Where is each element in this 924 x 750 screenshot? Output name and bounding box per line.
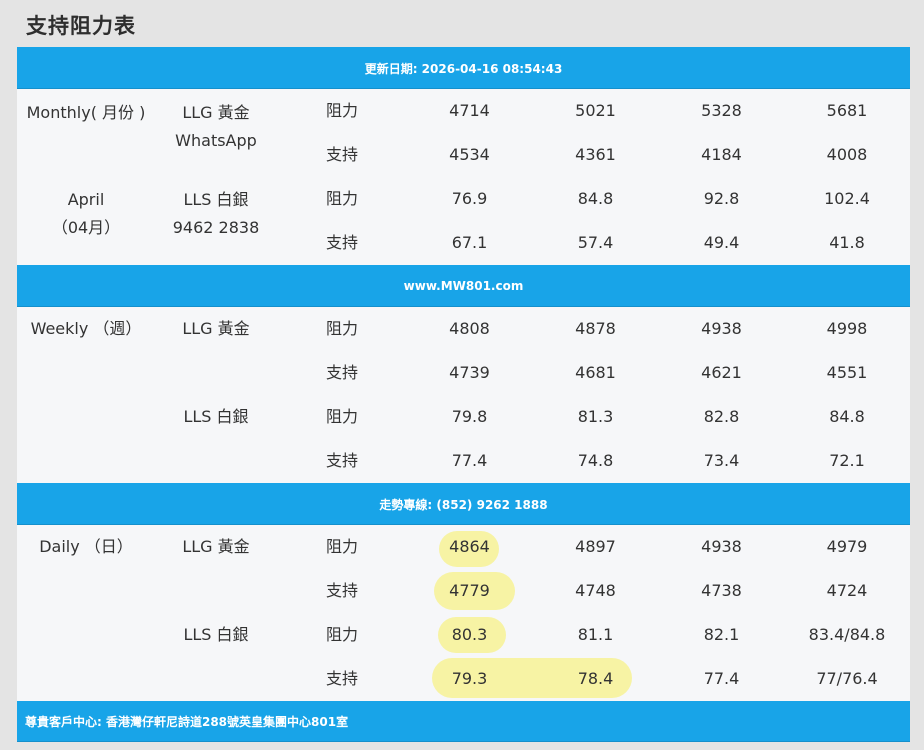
weekly-row-2-value-0: 79.8 xyxy=(451,407,488,426)
weekly-row-1-type: 支持 xyxy=(325,363,358,382)
daily-row-0-value-3: 4979 xyxy=(826,537,868,556)
whatsapp-label: WhatsApp xyxy=(175,131,257,150)
monthly-month-number: （04月） xyxy=(51,218,121,237)
monthly-period-label: Monthly( 月份 ) xyxy=(26,103,146,122)
monthly-row-0-value-2: 5328 xyxy=(701,101,742,120)
monthly-row-3-value-3: 41.8 xyxy=(829,233,865,252)
monthly-row-0-value-3: 5681 xyxy=(826,101,868,120)
daily-silver-label: LLS 白銀 xyxy=(183,625,249,644)
monthly-row-1-value-1: 4361 xyxy=(575,145,616,164)
weekly-row-3-value-1: 74.8 xyxy=(577,451,614,470)
monthly-row-1-value-2: 4184 xyxy=(701,145,742,164)
daily-row-2-value-2: 82.1 xyxy=(703,625,740,644)
monthly-row-2-value-1: 84.8 xyxy=(577,189,614,208)
weekly-section: Weekly （週） LLG 黃金 LLS 白銀 阻力 4808 4878 4938 4… xyxy=(17,307,910,483)
monthly-row-3-value-0: 67.1 xyxy=(451,233,488,252)
support-resistance-table: 更新日期: 2026-04-16 08:54:43 Monthly( 月份 ) … xyxy=(17,47,910,742)
daily-row-3-value-2: 77.4 xyxy=(703,669,740,688)
daily-row-1-value-0: 4779 xyxy=(449,581,490,600)
weekly-row-0-type: 阻力 xyxy=(325,319,358,338)
daily-row-1-value-3: 4724 xyxy=(826,581,868,600)
weekly-row-2-type: 阻力 xyxy=(325,407,358,426)
weekly-row-2-value-1: 81.3 xyxy=(577,407,614,426)
weekly-gold-label: LLG 黃金 xyxy=(182,319,250,338)
daily-gold-label: LLG 黃金 xyxy=(182,537,250,556)
daily-row-0-type: 阻力 xyxy=(325,537,358,556)
whatsapp-number: 9462 2838 xyxy=(172,218,260,237)
daily-row-1-value-2: 4738 xyxy=(701,581,742,600)
weekly-row-0-value-2: 4938 xyxy=(701,319,742,338)
weekly-silver-label: LLS 白銀 xyxy=(183,407,249,426)
weekly-row-0-value-1: 4878 xyxy=(575,319,616,338)
weekly-period-label: Weekly （週） xyxy=(30,319,142,338)
monthly-month-label: April xyxy=(67,190,105,209)
monthly-row-0-value-0: 4714 xyxy=(449,101,490,120)
daily-row-0-value-0: 4864 xyxy=(449,537,490,556)
weekly-row-3-type: 支持 xyxy=(325,451,358,470)
weekly-row-1-value-3: 4551 xyxy=(826,363,868,382)
monthly-row-1-value-0: 4534 xyxy=(449,145,490,164)
monthly-silver-label: LLS 白銀 xyxy=(183,190,249,209)
monthly-row-1-type: 支持 xyxy=(325,145,358,164)
weekly-row-2-value-3: 84.8 xyxy=(829,407,865,426)
hotline-banner: 走勢專線: (852) 9262 1888 xyxy=(17,483,910,525)
daily-row-0-value-1: 4897 xyxy=(575,537,616,556)
daily-row-2-value-3: 83.4/84.8 xyxy=(808,625,886,644)
monthly-row-3-value-1: 57.4 xyxy=(577,233,614,252)
monthly-section: Monthly( 月份 ) April （04月） LLG 黃金 WhatsAp… xyxy=(17,89,910,265)
weekly-row-3-value-0: 77.4 xyxy=(451,451,488,470)
weekly-row-1-value-0: 4739 xyxy=(449,363,490,382)
monthly-gold-label: LLG 黃金 xyxy=(182,103,250,122)
daily-row-2-value-0: 80.3 xyxy=(451,625,488,644)
weekly-row-2-value-2: 82.8 xyxy=(703,407,740,426)
monthly-row-1-value-3: 4008 xyxy=(826,145,868,164)
daily-section: Daily （日） LLG 黃金 LLS 白銀 阻力 4864 4897 4938 49… xyxy=(17,525,910,701)
daily-row-3-value-3: 77/76.4 xyxy=(816,669,878,688)
daily-row-3-value-0: 79.3 xyxy=(451,669,488,688)
daily-row-2-value-1: 81.1 xyxy=(577,625,614,644)
weekly-row-1-value-2: 4621 xyxy=(701,363,742,382)
address-banner: 尊貴客戶中心: 香港灣仔軒尼詩道288號英皇集團中心801室 xyxy=(17,701,910,742)
daily-row-3-type: 支持 xyxy=(325,669,358,688)
monthly-row-3-value-2: 49.4 xyxy=(703,233,740,252)
update-date-banner: 更新日期: 2026-04-16 08:54:43 xyxy=(17,47,910,89)
website-banner: www.MW801.com xyxy=(17,265,910,307)
monthly-row-0-type: 阻力 xyxy=(325,101,358,120)
monthly-row-3-type: 支持 xyxy=(325,233,358,252)
daily-row-1-type: 支持 xyxy=(325,581,358,600)
monthly-row-2-value-0: 76.9 xyxy=(451,189,488,208)
monthly-row-0-value-1: 5021 xyxy=(575,101,616,120)
monthly-row-2-value-2: 92.8 xyxy=(703,189,740,208)
weekly-row-3-value-3: 72.1 xyxy=(829,451,865,470)
weekly-row-3-value-2: 73.4 xyxy=(703,451,740,470)
daily-row-0-value-2: 4938 xyxy=(701,537,742,556)
monthly-row-2-type: 阻力 xyxy=(325,189,358,208)
weekly-row-0-value-0: 4808 xyxy=(449,319,490,338)
daily-period-label: Daily （日） xyxy=(39,537,133,556)
monthly-row-2-value-3: 102.4 xyxy=(824,189,870,208)
daily-row-2-type: 阻力 xyxy=(325,625,358,644)
daily-row-3-value-1: 78.4 xyxy=(577,669,614,688)
weekly-row-0-value-3: 4998 xyxy=(826,319,868,338)
page-title: 支持阻力表 xyxy=(26,14,136,38)
weekly-row-1-value-1: 4681 xyxy=(575,363,616,382)
daily-row-1-value-1: 4748 xyxy=(575,581,616,600)
